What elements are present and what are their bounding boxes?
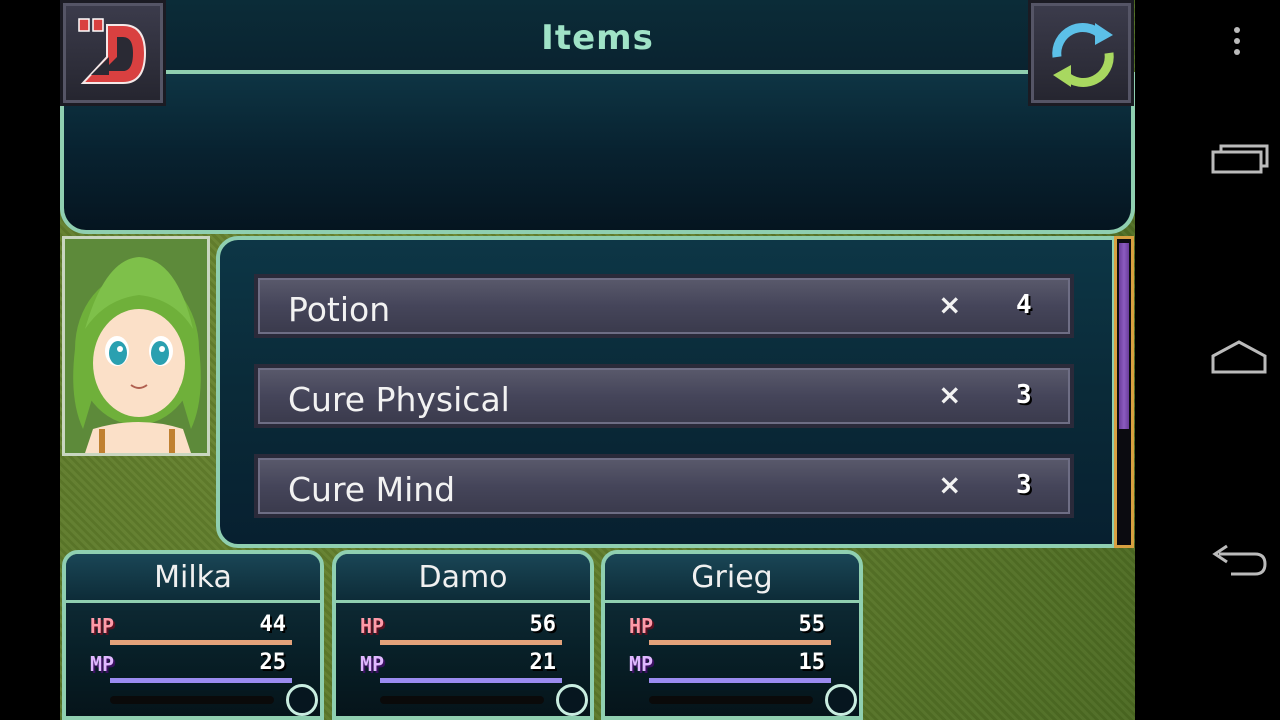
status-ring-icon [556, 684, 588, 716]
hp-value: 55 [798, 612, 826, 637]
home-icon [1211, 340, 1267, 374]
item-quantity: 4 [1016, 290, 1032, 320]
refresh-icon [1052, 23, 1114, 87]
hp-bar [110, 640, 292, 645]
character-portrait [62, 236, 210, 456]
item-name: Cure Physical [288, 380, 510, 419]
times-icon: × [938, 468, 962, 501]
member-name: Damo [418, 560, 508, 595]
mp-value: 21 [529, 650, 557, 675]
hp-value: 44 [259, 612, 287, 637]
page-title: Items [541, 18, 654, 58]
item-row-potion[interactable]: Potion × 4 [254, 274, 1074, 338]
item-name: Potion [288, 290, 391, 329]
scrollbar-thumb[interactable] [1119, 243, 1129, 429]
item-list: Potion × 4 Cure Physical × 3 Cure Mind ×… [216, 236, 1116, 548]
item-quantity: 3 [1016, 470, 1032, 500]
game-screen: Items Potion × 4 Cure Physical × 3 Cure … [60, 0, 1135, 720]
member-name-bar: Milka [66, 554, 320, 603]
hp-label: HP [90, 614, 115, 638]
refresh-button[interactable] [1028, 0, 1134, 106]
overflow-menu-button[interactable] [1135, 22, 1280, 62]
status-ring-icon [825, 684, 857, 716]
hp-value: 56 [529, 612, 557, 637]
title-bar: Items [160, 0, 1035, 74]
hp-bar [649, 640, 831, 645]
mp-label: MP [90, 652, 115, 676]
mp-label: MP [360, 652, 385, 676]
item-name: Cure Mind [288, 470, 456, 509]
member-name: Milka [154, 560, 232, 595]
times-icon: × [938, 288, 962, 321]
party-member-card[interactable]: Milka HP 44 MP 25 [62, 550, 324, 720]
android-nav-bar [1135, 0, 1280, 720]
item-list-scrollbar[interactable] [1114, 236, 1134, 548]
limit-bar [380, 696, 544, 704]
recent-apps-icon [1211, 144, 1269, 174]
hp-bar [380, 640, 562, 645]
limit-bar [649, 696, 813, 704]
recent-apps-button[interactable] [1135, 138, 1280, 182]
nav-back-button[interactable] [1135, 540, 1280, 584]
home-button[interactable] [1135, 338, 1280, 382]
back-button[interactable] [60, 0, 166, 106]
member-name-bar: Grieg [605, 554, 859, 603]
mp-label: MP [629, 652, 654, 676]
mp-bar [649, 678, 831, 683]
back-arrow-icon [1212, 544, 1267, 576]
item-row-cure-mind[interactable]: Cure Mind × 3 [254, 454, 1074, 518]
member-name-bar: Damo [336, 554, 590, 603]
mp-value: 25 [259, 650, 287, 675]
item-row-cure-physical[interactable]: Cure Physical × 3 [254, 364, 1074, 428]
status-ring-icon [286, 684, 318, 716]
hp-label: HP [629, 614, 654, 638]
item-description-panel [60, 72, 1135, 234]
party-member-card[interactable]: Damo HP 56 MP 21 [332, 550, 594, 720]
party-member-card[interactable]: Grieg HP 55 MP 15 [601, 550, 863, 720]
overflow-menu-icon [1234, 27, 1240, 55]
times-icon: × [938, 378, 962, 411]
back-d-icon [78, 18, 147, 84]
member-name: Grieg [691, 560, 773, 595]
limit-bar [110, 696, 274, 704]
mp-bar [110, 678, 292, 683]
mp-bar [380, 678, 562, 683]
item-quantity: 3 [1016, 380, 1032, 410]
mp-value: 15 [798, 650, 826, 675]
hp-label: HP [360, 614, 385, 638]
